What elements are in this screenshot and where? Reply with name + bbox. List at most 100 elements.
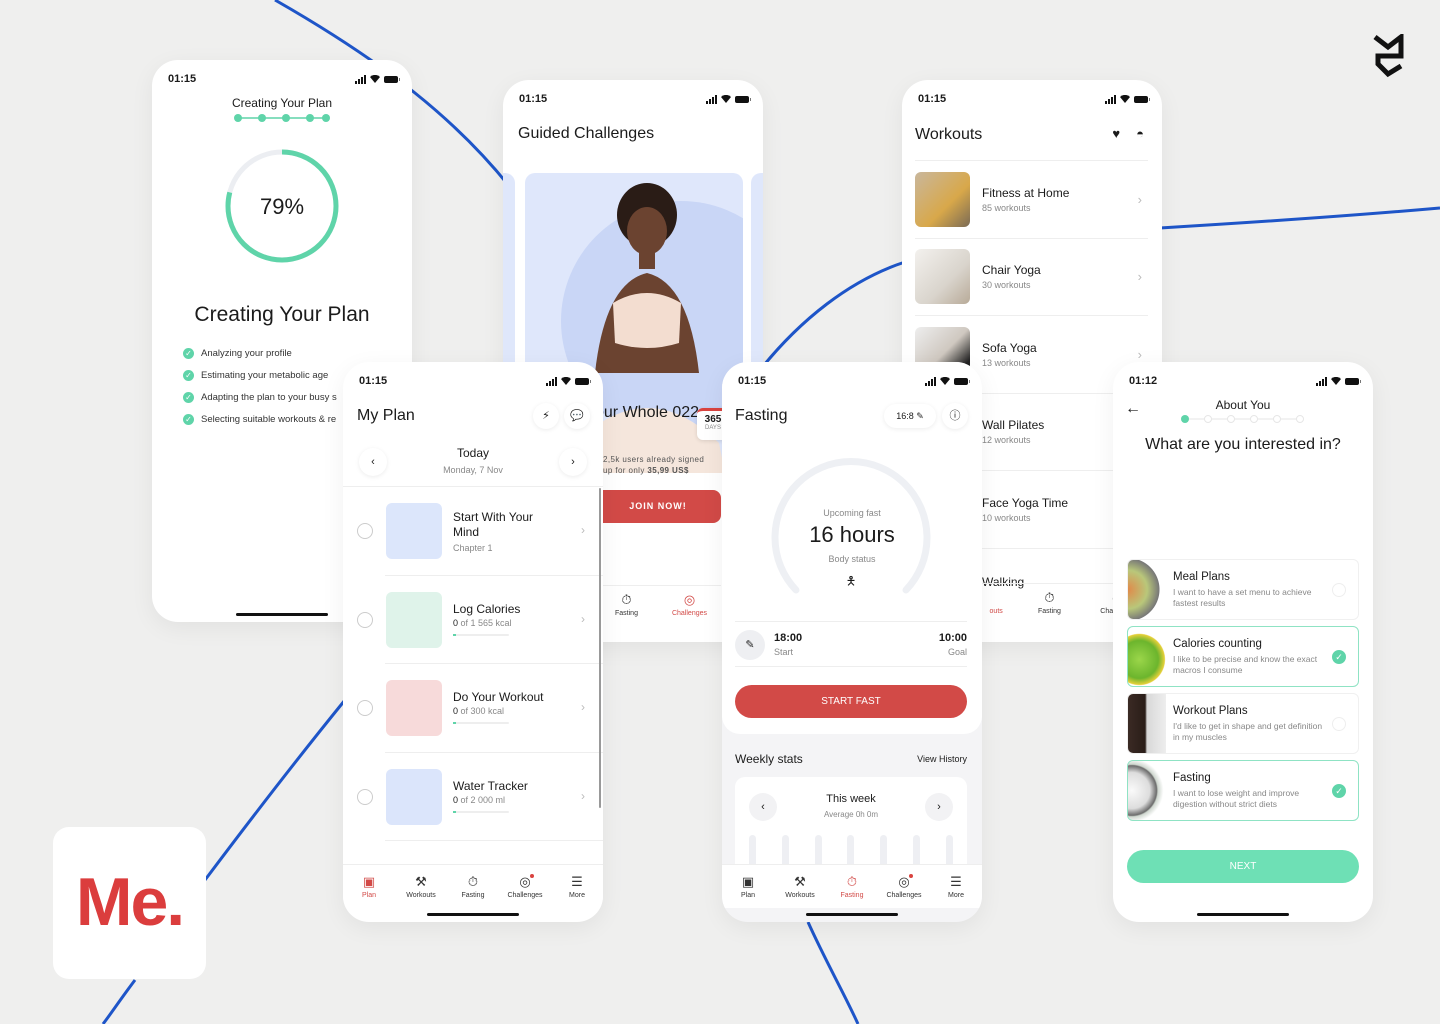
complete-radio[interactable] [357, 611, 373, 628]
chat-icon: 💬 [570, 410, 584, 422]
tab-challenges[interactable]: ◎Challenges [879, 874, 929, 899]
tab-workouts[interactable]: outs [986, 590, 1006, 623]
plan-item[interactable]: Start With Your Mind Chapter 1 › [357, 487, 603, 576]
plan-item[interactable]: Do Your Workout 0 of 300 kcal › [357, 664, 603, 753]
checklist: ✓ Analyzing your profile ✓ Estimating your… [183, 342, 337, 430]
studio-logo [1373, 34, 1404, 78]
signal-icon [1105, 94, 1116, 104]
info-button[interactable]: ⓘ [942, 403, 968, 429]
food-illustration [386, 591, 442, 648]
home-indicator [427, 913, 519, 916]
scrollbar[interactable] [599, 488, 601, 808]
option-radio[interactable] [1332, 717, 1346, 731]
fasting-plan-selector[interactable]: 16:8 ✎ [884, 404, 936, 428]
complete-radio[interactable] [357, 700, 373, 716]
question-title: What are you interested in? [1145, 436, 1341, 453]
option-fasting[interactable]: Fasting I want to lose weight and improve… [1127, 760, 1359, 821]
tab-plan[interactable]: ▣ Plan [344, 874, 394, 899]
stopwatch-icon: ⏱ [846, 874, 858, 889]
tab-plan[interactable]: ▣ Plan [723, 874, 773, 899]
check-icon[interactable]: ✓ [1332, 650, 1346, 664]
page-title: Fasting [735, 407, 788, 424]
step-progress [1181, 415, 1304, 423]
pencil-icon: ✎ [745, 639, 755, 651]
apple-photo [1128, 627, 1166, 686]
battery-icon [954, 377, 970, 385]
heart-icon[interactable]: ♥ [1112, 126, 1120, 141]
plan-icon: ▣ [741, 874, 755, 889]
check-icon[interactable]: ✓ [1332, 784, 1346, 798]
view-history-link[interactable]: View History [917, 754, 967, 764]
tab-challenges[interactable]: ◎Challenges [500, 874, 550, 899]
tab-workouts[interactable]: ⚒ Workouts [396, 874, 446, 899]
wifi-icon [721, 95, 731, 103]
tab-fasting[interactable]: ⏱ Fasting [1024, 590, 1074, 623]
workout-item[interactable]: Fitness at Home 85 workouts › [915, 161, 1148, 239]
option-calories-counting[interactable]: Calories counting I like to be precise an… [1127, 626, 1359, 687]
wifi-icon [1120, 95, 1130, 103]
complete-radio[interactable] [357, 788, 373, 805]
checklist-item: ✓ Adapting the plan to your busy s [183, 386, 337, 408]
signal-icon [925, 376, 936, 386]
fast-hours: 16 hours [809, 522, 895, 547]
progress-bar [453, 722, 509, 724]
page-title: Guided Challenges [518, 125, 655, 142]
tab-more[interactable]: ☰ More [552, 874, 602, 899]
plan-item[interactable]: Water Tracker 0 of 2 000 ml › [357, 753, 603, 841]
workout-thumbnail [915, 171, 970, 227]
start-fast-button[interactable]: START FAST [735, 685, 967, 718]
tab-bar: ▣ Plan ⚒ Workouts ⏱ Fasting ◎ Challenges ☰ Mo… [343, 864, 603, 908]
signed-info: 2,5k users already signed up for only 35,… [603, 455, 705, 475]
edit-time-button[interactable]: ✎ [735, 630, 765, 660]
stopwatch-icon: ⏱ [1044, 590, 1055, 605]
wifi-icon [940, 377, 950, 385]
chat-button[interactable]: 💬 [564, 403, 590, 429]
broadcast-icon[interactable]: ◓ [1136, 126, 1144, 141]
complete-radio[interactable] [357, 523, 373, 539]
challenges-icon: ◎ [519, 874, 534, 889]
start-time: 18:00 [774, 632, 803, 644]
battery-icon [384, 75, 400, 83]
join-now-button[interactable]: JOIN NOW! [595, 490, 721, 523]
me-app-logo: Me. [53, 827, 206, 979]
body-icon[interactable]: 🯅 [840, 570, 862, 592]
next-button[interactable]: NEXT [1127, 850, 1359, 883]
weekly-stats-title: Weekly stats [735, 752, 803, 766]
checklist-item: ✓ Selecting suitable workouts & re [183, 408, 337, 430]
status-time: 01:12 [1129, 375, 1158, 387]
screen-header: Creating Your Plan [231, 96, 333, 110]
option-meal-plans[interactable]: Meal Plans I want to have a set menu to a… [1127, 559, 1359, 620]
dumbbell-icon: ⚒ [794, 874, 806, 889]
plan-icon: ▣ [362, 874, 376, 889]
day-label: Today [456, 446, 490, 460]
menu-icon: ☰ [950, 874, 962, 889]
option-workout-plans[interactable]: Workout Plans I'd like to get in shape an… [1127, 693, 1359, 754]
screen-header: About You [1215, 398, 1271, 412]
option-radio[interactable] [1332, 583, 1346, 597]
tab-challenges[interactable]: ◎Challenges [665, 592, 715, 625]
tab-fasting[interactable]: ⏱ Fasting [602, 592, 652, 625]
chevron-right-icon: › [581, 611, 585, 626]
workout-item[interactable]: Chair Yoga 30 workouts › [915, 239, 1148, 316]
upcoming-label: Upcoming fast [823, 508, 881, 518]
home-indicator [236, 613, 328, 616]
pencil-icon: ✎ [916, 411, 924, 421]
plan-item[interactable]: Log Calories 0 of 1 565 kcal › [357, 576, 603, 664]
water-photo [386, 768, 442, 825]
clock-photo [1128, 761, 1166, 820]
page-title: Creating Your Plan [194, 303, 370, 326]
lightning-button[interactable]: ⚡ [533, 403, 559, 429]
status-time: 01:15 [519, 93, 548, 105]
challenges-icon: ◎ [683, 592, 696, 607]
challenge-title: our Whole 022 [595, 404, 700, 421]
battery-icon [575, 377, 591, 385]
status-time: 01:15 [168, 73, 197, 85]
tab-more[interactable]: ☰ More [931, 874, 981, 899]
checklist-item: ✓ Analyzing your profile [183, 342, 337, 364]
couple-photo [1128, 694, 1166, 753]
tab-fasting[interactable]: ⏱ Fasting [827, 874, 877, 899]
tab-fasting[interactable]: ⏱ Fasting [448, 874, 498, 899]
tab-workouts[interactable]: ⚒ Workouts [775, 874, 825, 899]
home-indicator [1197, 913, 1289, 916]
wifi-icon [1331, 377, 1341, 385]
